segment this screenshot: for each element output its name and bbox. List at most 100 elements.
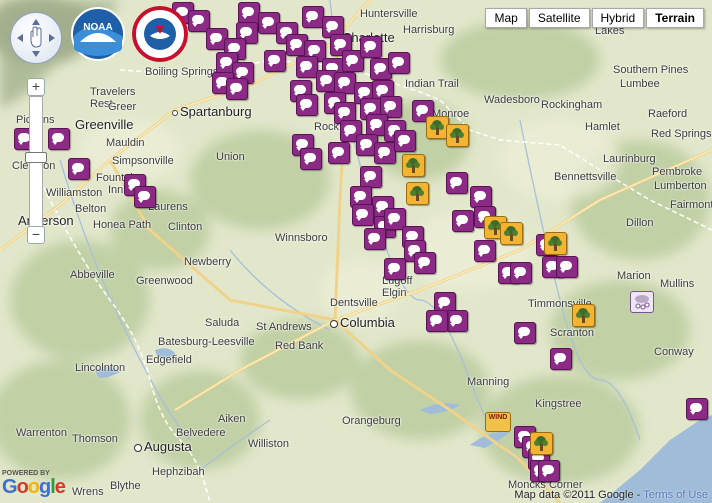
snow-report-marker[interactable] [264, 50, 286, 72]
place-label: Greer [108, 101, 137, 113]
place-label: Huntersville [360, 8, 418, 20]
place-label: Saluda [205, 317, 240, 329]
snow-report-marker[interactable] [446, 310, 468, 332]
place-label: Thomson [72, 433, 118, 445]
snow-report-marker[interactable] [302, 6, 324, 28]
snow-report-marker[interactable] [556, 256, 578, 278]
tree-damage-marker[interactable] [530, 432, 553, 455]
snow-report-marker[interactable] [328, 142, 350, 164]
zoom-slider-track[interactable] [29, 96, 43, 234]
snow-report-marker[interactable] [296, 56, 318, 78]
nws-logo [132, 6, 188, 62]
snow-report-marker[interactable] [388, 52, 410, 74]
snow-report-marker[interactable] [364, 228, 386, 250]
snow-report-marker[interactable] [514, 322, 536, 344]
snow-report-marker[interactable] [414, 252, 436, 274]
snow-report-marker[interactable] [238, 2, 260, 24]
place-label: Williston [248, 438, 289, 450]
snow-report-marker[interactable] [134, 186, 156, 208]
map-type-hybrid-button[interactable]: Hybrid [591, 8, 645, 28]
wind-label: WIND [488, 414, 508, 421]
snow-report-marker[interactable] [470, 186, 492, 208]
tree-icon [450, 128, 464, 143]
place-label: Wrens [72, 486, 104, 498]
tree-damage-marker[interactable] [406, 182, 429, 205]
place-label: Wadesboro [484, 94, 540, 106]
logos: NOAA [70, 6, 194, 62]
place-label: Manning [467, 376, 510, 388]
map-canvas[interactable]: Huntersville Harrisburg Charlotte Indian… [0, 0, 712, 503]
place-label: Aiken [218, 413, 246, 425]
snow-report-marker[interactable] [300, 148, 322, 170]
snow-report-marker[interactable] [474, 240, 496, 262]
snow-report-marker[interactable] [510, 262, 532, 284]
place-label: Harrisburg [403, 24, 455, 36]
tree-icon [548, 236, 562, 251]
place-label: Warrenton [16, 427, 67, 439]
snow-report-marker[interactable] [446, 172, 468, 194]
pan-arrows-icon [17, 19, 55, 57]
map-type-terrain-button[interactable]: Terrain [646, 8, 704, 28]
snow-report-marker[interactable] [352, 204, 374, 226]
city-label-columbia: Columbia [330, 316, 395, 329]
tree-damage-marker[interactable] [572, 304, 595, 327]
place-label: Greenwood [136, 275, 193, 287]
snow-report-marker[interactable] [550, 348, 572, 370]
city-label-spartanburg: Spartanburg [172, 105, 252, 118]
tree-damage-marker[interactable] [446, 124, 469, 147]
snow-report-marker[interactable] [426, 310, 448, 332]
zoom-pan-control: + − [10, 12, 62, 252]
tree-damage-marker[interactable] [500, 222, 523, 245]
place-label: Boiling Springs [145, 66, 219, 78]
tree-damage-marker[interactable] [544, 232, 567, 255]
snow-report-marker[interactable] [538, 460, 560, 482]
map-copyright: Map data ©2011 Google - Terms of Use [514, 489, 708, 501]
google-letter: o [16, 476, 29, 498]
snow-report-marker[interactable] [360, 36, 382, 58]
place-label: Travelers [90, 86, 136, 98]
tree-icon [576, 308, 590, 323]
place-label: Dentsville [330, 297, 378, 309]
place-label: Scranton [550, 327, 595, 339]
snow-report-marker[interactable] [68, 158, 90, 180]
pan-control[interactable] [10, 12, 62, 64]
zoom-slider-thumb[interactable] [25, 152, 47, 163]
map-type-map-button[interactable]: Map [485, 8, 527, 28]
snow-report-marker[interactable] [452, 210, 474, 232]
place-label: Raeford [648, 108, 688, 120]
tree-icon [410, 186, 424, 201]
google-letter: G [2, 476, 18, 498]
place-label: Bennettsville [554, 171, 617, 183]
zoom-out-button[interactable]: − [27, 226, 45, 244]
snow-report-marker[interactable] [296, 94, 318, 116]
city-label-greenville: Greenville [75, 117, 134, 132]
tree-icon [430, 120, 444, 135]
map-type-control: Map Satellite Hybrid Terrain [483, 8, 704, 28]
place-label: Blythe [110, 480, 141, 492]
terms-of-use-link[interactable]: Terms of Use [643, 489, 708, 501]
google-logo[interactable]: POWERED BY Google [2, 470, 66, 498]
snow-report-marker[interactable] [226, 78, 248, 100]
google-letter: e [54, 476, 66, 498]
snow-report-marker[interactable] [374, 142, 396, 164]
tree-icon [504, 226, 518, 241]
snow-report-marker[interactable] [360, 166, 382, 188]
tree-icon [534, 436, 548, 451]
place-label: Abbeville [70, 269, 115, 281]
terrain-layer [0, 0, 712, 503]
snow-report-marker[interactable] [384, 258, 406, 280]
place-label: Hamlet [585, 121, 620, 133]
place-label: Southern Pines [613, 64, 689, 76]
place-label: Elgin [382, 287, 407, 299]
snow-report-marker[interactable] [686, 398, 708, 420]
snow-report-marker[interactable] [334, 72, 356, 94]
wind-report-marker[interactable]: WIND [485, 412, 511, 432]
google-letter: o [27, 476, 40, 498]
map-type-satellite-button[interactable]: Satellite [528, 8, 590, 28]
tree-damage-marker[interactable] [402, 154, 425, 177]
snow-report-marker[interactable] [394, 130, 416, 152]
place-label: Simpsonville [112, 155, 174, 167]
hail-report-marker[interactable] [630, 291, 654, 313]
place-label: Lumbee [620, 78, 660, 90]
zoom-in-button[interactable]: + [27, 78, 45, 96]
